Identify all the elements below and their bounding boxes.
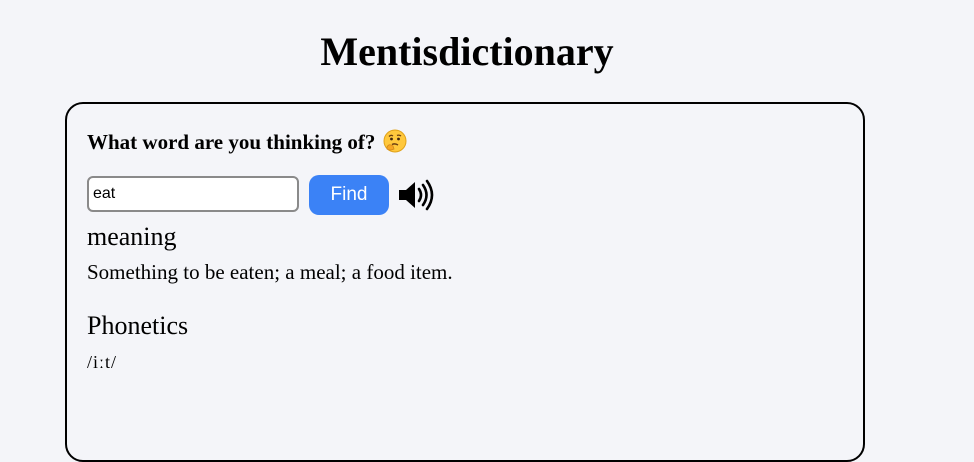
phonetics-heading: Phonetics <box>87 311 189 340</box>
meaning-heading: meaning <box>87 222 177 251</box>
dictionary-card: What word are you thinking of? Find mean… <box>65 102 865 462</box>
thinking-face-icon <box>383 129 407 153</box>
find-button[interactable]: Find <box>309 175 389 215</box>
meaning-text: Something to be eaten; a meal; a food it… <box>87 260 453 284</box>
page-title: Mentisdictionary <box>320 29 614 74</box>
search-prompt: What word are you thinking of? <box>87 128 407 156</box>
search-prompt-text: What word are you thinking of? <box>87 130 376 154</box>
search-input[interactable] <box>87 176 299 212</box>
speaker-volume-icon[interactable] <box>397 178 437 212</box>
phonetics-text: /iːt/ <box>87 352 118 372</box>
